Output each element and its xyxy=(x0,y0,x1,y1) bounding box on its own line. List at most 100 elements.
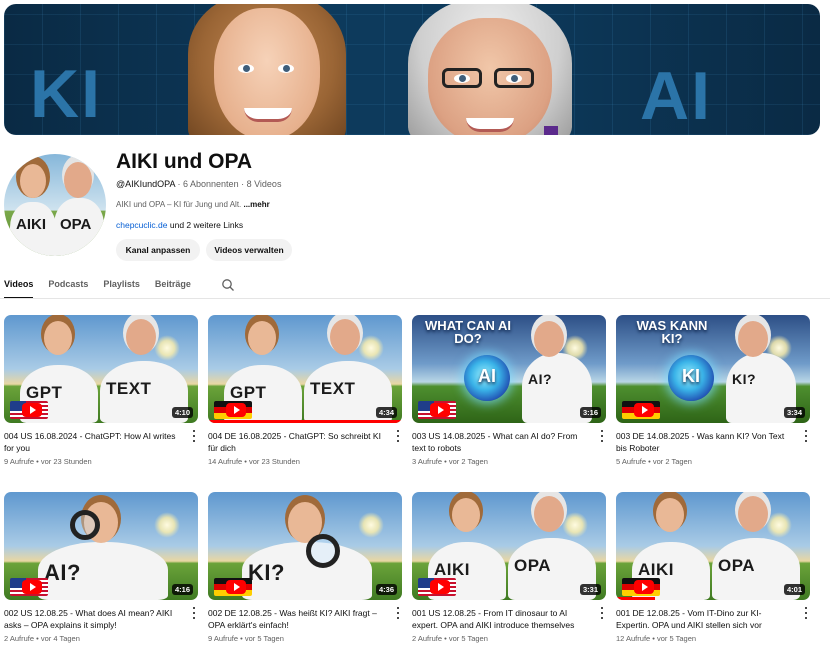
video-title[interactable]: 002 US 12.08.25 - What does AI mean? AIK… xyxy=(4,607,182,631)
banner-right-text: AI xyxy=(640,58,712,134)
subscriber-count: 6 Abonnenten xyxy=(183,179,239,189)
thumbnail-overlay-text: WHAT CAN AI DO? xyxy=(425,318,511,346)
manage-videos-button[interactable]: Videos verwalten xyxy=(206,239,292,261)
view-count: 3 Aufrufe xyxy=(412,457,443,466)
search-icon[interactable] xyxy=(221,278,235,292)
sun-glow xyxy=(562,512,588,538)
tab-podcasts[interactable]: Podcasts xyxy=(48,278,88,299)
more-options-icon[interactable] xyxy=(192,430,196,442)
customize-channel-button[interactable]: Kanal anpassen xyxy=(116,239,200,261)
shirt-text: AIKI xyxy=(434,560,470,579)
video-thumbnail[interactable]: KI? 4:36 xyxy=(208,492,402,600)
channel-description-text: AIKI und OPA – KI für Jung und Alt. xyxy=(116,200,244,209)
person-girl-head xyxy=(248,321,276,355)
video-meta: 3 Aufrufe • vor 2 Tagen xyxy=(412,457,606,466)
shirt-text: KI? xyxy=(732,371,757,387)
youtube-play-icon xyxy=(22,580,42,594)
magnifier-icon xyxy=(70,510,100,540)
video-duration: 3:34 xyxy=(783,407,805,418)
video-card[interactable]: GPT TEXT 4:34 004 DE 16.08.2025 - ChatGPT: … xyxy=(208,315,402,466)
person-man-head xyxy=(738,496,768,532)
avatar-right-shirt-text: OPA xyxy=(60,216,92,233)
view-count: 2 Aufrufe xyxy=(4,634,35,643)
description-more-link[interactable]: ...mehr xyxy=(243,200,269,209)
shirt-text: KI? xyxy=(248,560,285,585)
video-card[interactable]: KI? 4:36 002 DE 12.08.25 - Was heißt KI? A… xyxy=(208,492,402,643)
channel-avatar[interactable]: AIKI OPA xyxy=(4,154,106,256)
more-options-icon[interactable] xyxy=(396,607,400,619)
channel-link[interactable]: chepcuclic.de xyxy=(116,220,168,230)
magnifier-icon xyxy=(306,534,340,568)
channel-meta: @AIKIundOPA · 6 Abonnenten · 8 Videos xyxy=(116,179,282,189)
view-count: 9 Aufrufe xyxy=(4,457,35,466)
video-thumbnail[interactable]: GPT TEXT 4:10 xyxy=(4,315,198,423)
watch-progress-bar xyxy=(616,597,655,600)
video-thumbnail[interactable]: GPT TEXT 4:34 xyxy=(208,315,402,423)
shirt-text: AIKI xyxy=(638,560,674,579)
globe-text: AI xyxy=(478,366,496,386)
upload-age: vor 23 Stunden xyxy=(249,457,300,466)
video-card[interactable]: WAS KANN KI? KI KI? 3:34 003 DE 14.08.2025 -… xyxy=(616,315,810,466)
more-options-icon[interactable] xyxy=(600,607,604,619)
person-man-head xyxy=(126,319,156,355)
more-options-icon[interactable] xyxy=(600,430,604,442)
tab-playlists[interactable]: Playlists xyxy=(103,278,140,299)
shirt-text: GPT xyxy=(26,383,63,402)
person-right-head xyxy=(738,321,768,357)
more-options-icon[interactable] xyxy=(192,607,196,619)
youtube-play-icon xyxy=(226,580,246,594)
video-card[interactable]: WHAT CAN AI DO? AI AI? 3:16 003 US 14.08.202… xyxy=(412,315,606,466)
video-title[interactable]: 004 US 16.08.2024 - ChatGPT: How AI writ… xyxy=(4,430,182,454)
meta-separator: • xyxy=(238,634,245,643)
video-duration: 4:34 xyxy=(375,407,397,418)
banner-man-face xyxy=(408,4,572,135)
upload-age: vor 2 Tagen xyxy=(448,457,488,466)
video-title[interactable]: 003 US 14.08.2025 - What can AI do? From… xyxy=(412,430,590,454)
channel-tabs: Videos Podcasts Playlists Beiträge xyxy=(4,278,206,299)
video-thumbnail[interactable]: AIKI OPA 3:31 xyxy=(412,492,606,600)
youtube-play-icon xyxy=(430,403,450,417)
video-card[interactable]: AI? 4:16 002 US 12.08.25 - What does AI me… xyxy=(4,492,198,643)
video-title[interactable]: 002 DE 12.08.25 - Was heißt KI? AIKI fra… xyxy=(208,607,386,631)
upload-age: vor 5 Tagen xyxy=(244,634,284,643)
video-thumbnail[interactable]: AI? 4:16 xyxy=(4,492,198,600)
video-thumbnail[interactable]: AIKI OPA 4:01 xyxy=(616,492,810,600)
sun-glow xyxy=(358,512,384,538)
tab-posts[interactable]: Beiträge xyxy=(155,278,191,299)
video-duration: 3:16 xyxy=(579,407,601,418)
video-card[interactable]: GPT TEXT 4:10 004 US 16.08.2024 - ChatGPT: … xyxy=(4,315,198,466)
more-links-label[interactable]: und 2 weitere Links xyxy=(168,220,243,230)
video-title[interactable]: 004 DE 16.08.2025 - ChatGPT: So schreibt… xyxy=(208,430,386,454)
video-meta: 12 Aufrufe • vor 5 Tagen xyxy=(616,634,810,643)
tab-videos[interactable]: Videos xyxy=(4,278,34,299)
more-options-icon[interactable] xyxy=(804,430,808,442)
video-title[interactable]: 001 DE 12.08.25 - Vom IT-Dino zur KI-Exp… xyxy=(616,607,794,631)
video-card[interactable]: AIKI OPA 3:31 001 US 12.08.25 - From IT din… xyxy=(412,492,606,643)
video-thumbnail[interactable]: WAS KANN KI? KI KI? 3:34 xyxy=(616,315,810,423)
view-count: 9 Aufrufe xyxy=(208,634,239,643)
video-duration: 4:01 xyxy=(783,584,805,595)
video-meta: 9 Aufrufe • vor 5 Tagen xyxy=(208,634,402,643)
meta-separator: • xyxy=(34,634,41,643)
video-title[interactable]: 003 DE 14.08.2025 - Was kann KI? Von Tex… xyxy=(616,430,794,454)
channel-description[interactable]: AIKI und OPA – KI für Jung und Alt. ...m… xyxy=(116,200,270,209)
meta-separator: • xyxy=(442,457,449,466)
upload-age: vor 23 Stunden xyxy=(40,457,92,466)
video-count: 8 Videos xyxy=(246,179,282,189)
person-man-head xyxy=(534,496,564,532)
more-options-icon[interactable] xyxy=(396,430,400,442)
person-right-head xyxy=(534,321,564,357)
person-girl-head xyxy=(452,498,480,532)
video-thumbnail[interactable]: WHAT CAN AI DO? AI AI? 3:16 xyxy=(412,315,606,423)
watch-progress-bar xyxy=(208,420,402,423)
view-count: 2 Aufrufe xyxy=(412,634,443,643)
video-card[interactable]: AIKI OPA 4:01 001 DE 12.08.25 - Vom IT-Dino… xyxy=(616,492,810,643)
youtube-play-icon xyxy=(634,580,654,594)
banner-left-text: KI xyxy=(30,56,102,132)
video-meta: 2 Aufrufe • vor 5 Tagen xyxy=(412,634,606,643)
youtube-play-icon xyxy=(22,403,42,417)
sun-glow xyxy=(154,512,180,538)
video-title[interactable]: 001 US 12.08.25 - From IT dinosaur to AI… xyxy=(412,607,590,631)
video-meta: 5 Aufrufe • vor 2 Tagen xyxy=(616,457,810,466)
more-options-icon[interactable] xyxy=(804,607,808,619)
